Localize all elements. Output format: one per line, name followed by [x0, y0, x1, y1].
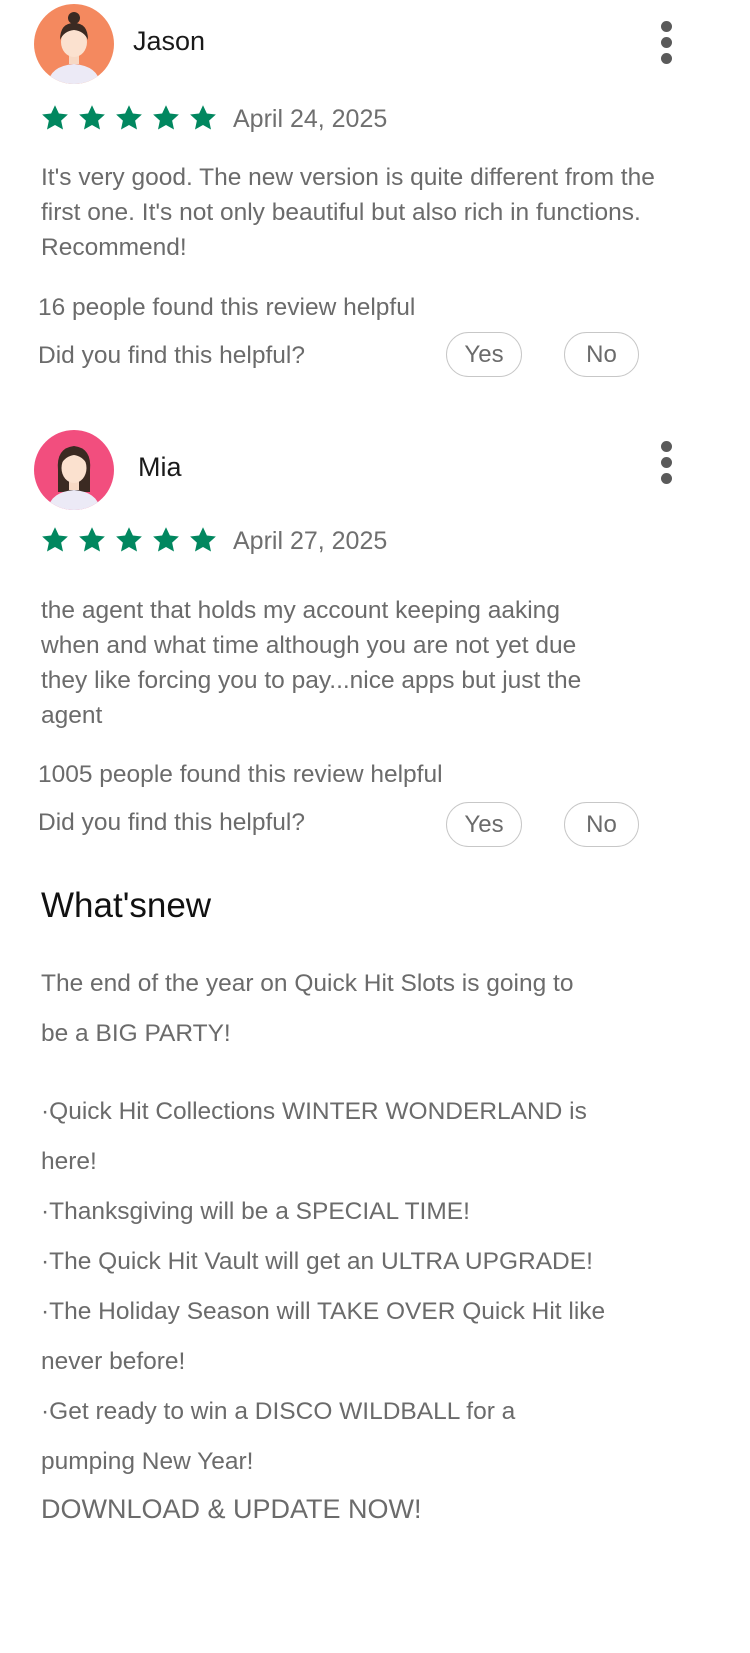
section-title: What'snew	[41, 886, 212, 925]
star-icon	[42, 527, 68, 552]
helpful-count: 1005 people found this review helpful	[38, 761, 443, 788]
more-vert-icon[interactable]	[651, 439, 681, 489]
helpful-yes-button[interactable]: Yes	[446, 802, 522, 847]
star-icon	[190, 527, 216, 552]
more-vert-icon[interactable]	[651, 19, 681, 69]
whats-new-bullet: ·Thanksgiving will be a SPECIAL TIME!	[41, 1198, 470, 1225]
avatar[interactable]	[34, 4, 114, 84]
helpful-no-button[interactable]: No	[564, 802, 639, 847]
star-icon	[153, 527, 179, 552]
avatar-person-icon	[34, 4, 114, 84]
star-rating	[40, 525, 218, 555]
star-icon	[116, 527, 142, 552]
star-icon	[79, 105, 105, 130]
star-icon	[79, 527, 105, 552]
whats-new-body: The end of the year on Quick Hit Slots i…	[41, 959, 631, 1487]
review-date: April 27, 2025	[233, 527, 388, 555]
whats-new-bullet: ·The Holiday Season will TAKE OVER Quick…	[41, 1298, 606, 1375]
star-icon	[42, 105, 68, 130]
review-text: the agent that holds my account keeping …	[41, 597, 582, 729]
star-rating	[40, 103, 218, 133]
helpful-question: Did you find this helpful?	[38, 342, 305, 369]
reviewer-name: Mia	[138, 452, 182, 482]
star-icon	[153, 105, 179, 130]
star-icon	[190, 105, 216, 130]
whats-new-bullet: ·Quick Hit Collections WINTER WONDERLAND…	[41, 1098, 587, 1175]
whats-new-bullet: ·The Quick Hit Vault will get an ULTRA U…	[41, 1248, 593, 1275]
whats-new-intro: be a BIG PARTY!	[41, 1020, 231, 1047]
helpful-count: 16 people found this review helpful	[38, 294, 416, 321]
avatar[interactable]	[34, 430, 114, 510]
helpful-yes-button[interactable]: Yes	[446, 332, 522, 377]
helpful-no-button[interactable]: No	[564, 332, 639, 377]
helpful-question: Did you find this helpful?	[38, 809, 305, 836]
star-icon	[116, 105, 142, 130]
review-text: It's very good. The new version is quite…	[41, 164, 655, 261]
whats-new-intro: The end of the year on Quick Hit Slots i…	[41, 970, 574, 997]
reviewer-name: Jason	[133, 26, 206, 56]
call-to-action-text: DOWNLOAD & UPDATE NOW!	[41, 1494, 422, 1524]
review-date: April 24, 2025	[233, 105, 388, 133]
avatar-person-icon	[34, 430, 114, 510]
whats-new-bullet: ·Get ready to win a DISCO WILDBALL for a…	[41, 1398, 516, 1475]
